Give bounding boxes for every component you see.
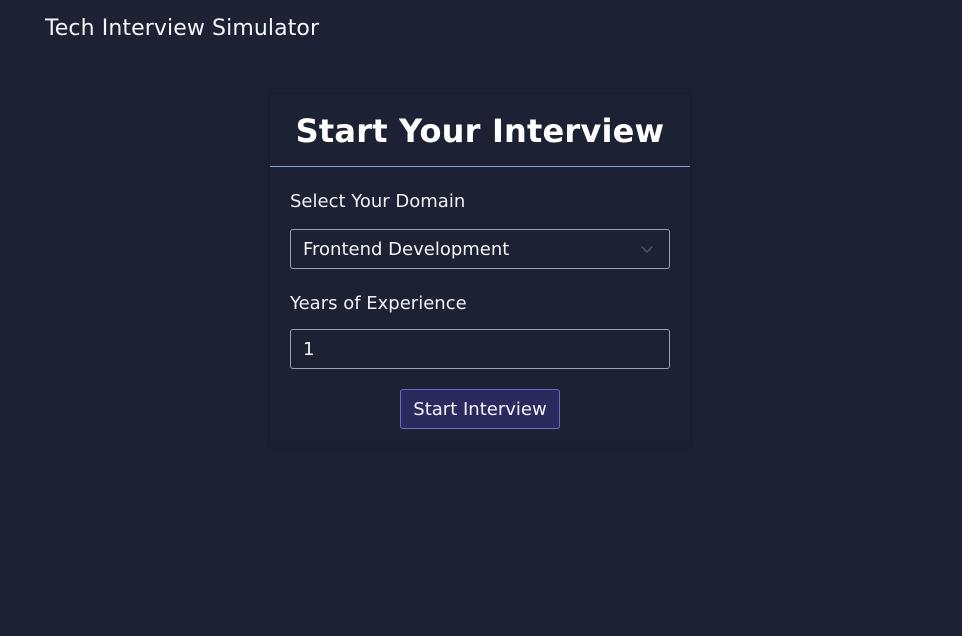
card-header: Start Your Interview <box>270 94 690 167</box>
start-interview-button[interactable]: Start Interview <box>400 389 560 429</box>
app-title: Tech Interview Simulator <box>45 16 320 41</box>
card-title: Start Your Interview <box>295 112 665 150</box>
domain-select[interactable]: Frontend Development <box>290 229 670 269</box>
chevron-down-icon <box>639 241 655 257</box>
domain-label: Select Your Domain <box>290 191 466 212</box>
button-row: Start Interview <box>290 389 670 429</box>
interview-form: Select Your Domain Frontend Development … <box>270 191 690 429</box>
domain-select-value: Frontend Development <box>303 238 510 260</box>
interview-setup-card: Start Your Interview Select Your Domain … <box>270 94 690 446</box>
experience-label: Years of Experience <box>290 293 467 314</box>
experience-input[interactable] <box>290 329 670 369</box>
